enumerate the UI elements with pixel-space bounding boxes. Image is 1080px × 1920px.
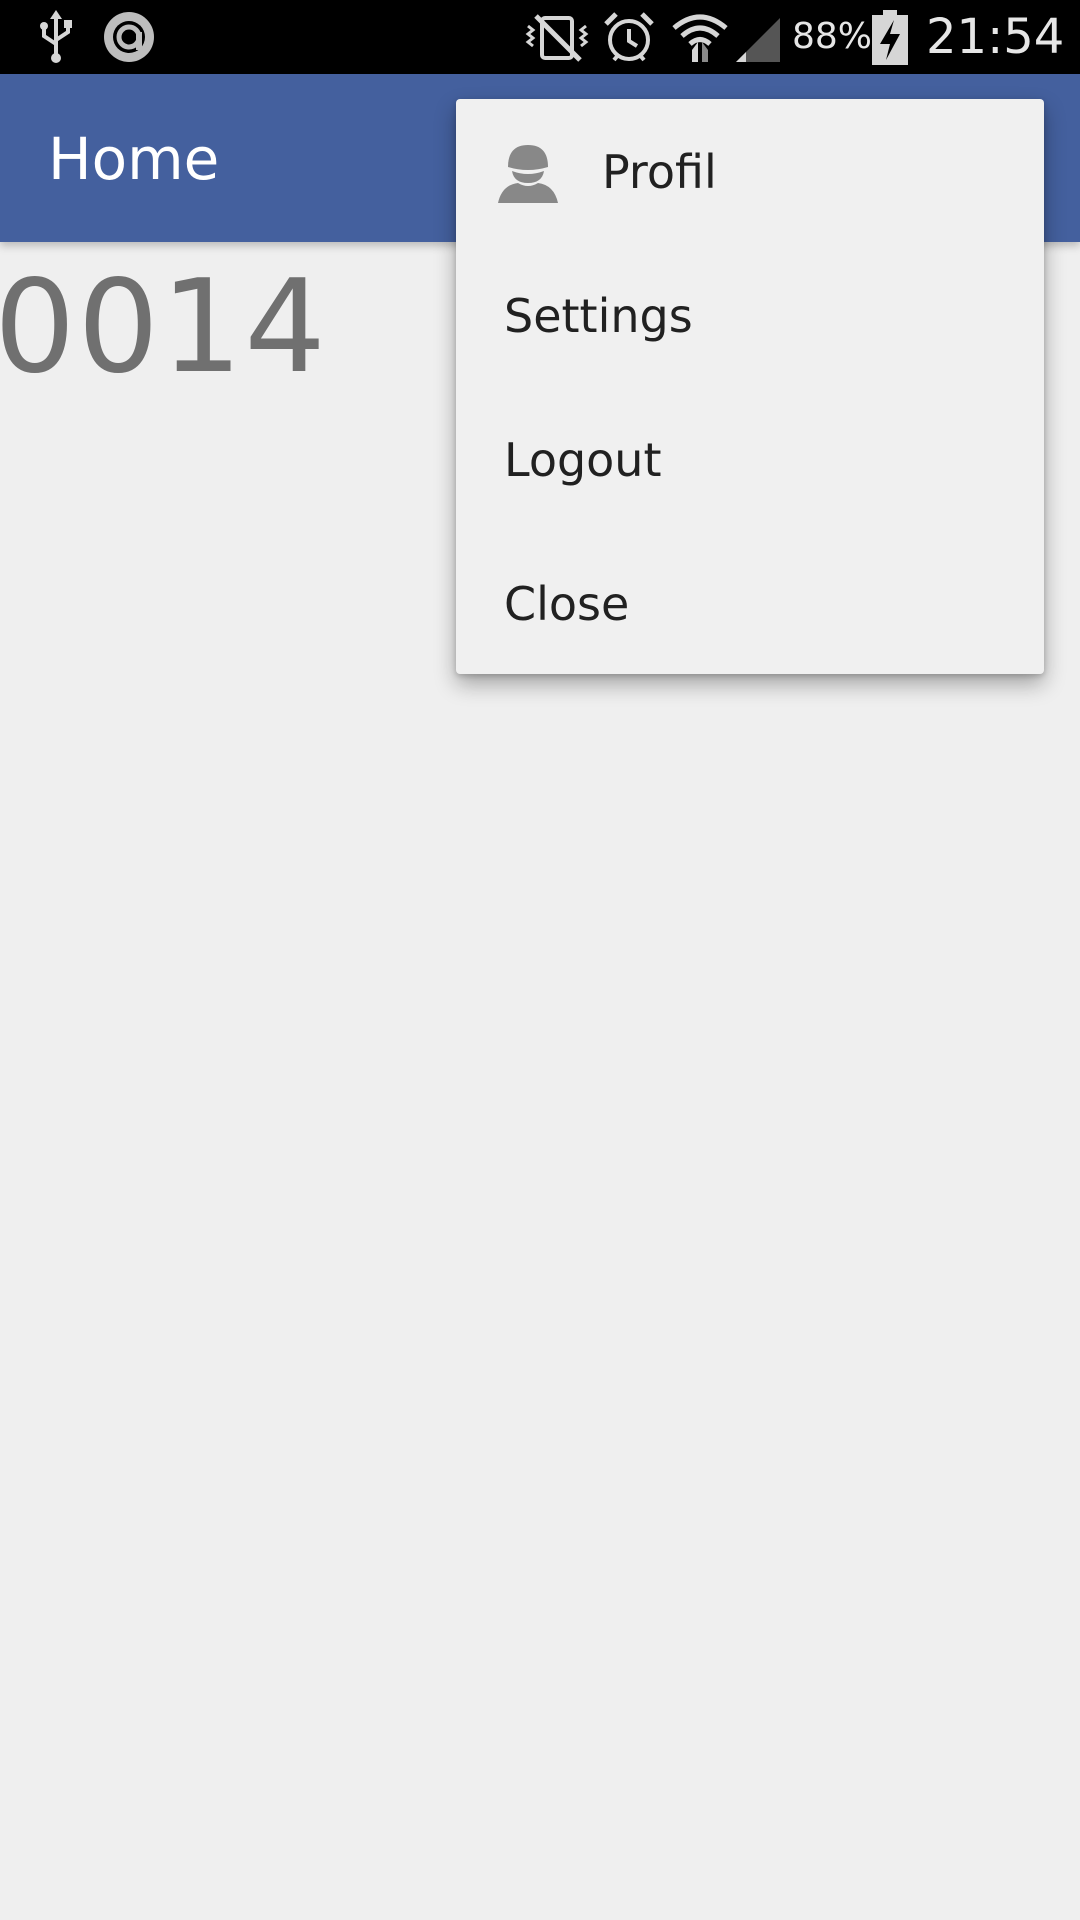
cell-signal-icon (734, 10, 784, 64)
menu-item-profil[interactable]: Profil (456, 99, 1044, 243)
menu-item-logout[interactable]: Logout (456, 387, 1044, 531)
person-icon (498, 141, 558, 203)
app-notification-icon (102, 10, 156, 64)
page-title: Home (48, 125, 220, 193)
menu-item-settings[interactable]: Settings (456, 243, 1044, 387)
alarm-icon (602, 10, 656, 64)
menu-item-label: Close (504, 577, 630, 631)
menu-item-label: Settings (504, 289, 693, 343)
menu-item-close[interactable]: Close (456, 531, 1044, 675)
usb-icon (36, 10, 76, 64)
overflow-menu: Profil Settings Logout Close (456, 99, 1044, 674)
menu-item-label: Profil (602, 145, 717, 199)
status-time: 21:54 (926, 9, 1065, 65)
battery-charging-icon (870, 10, 910, 65)
battery-percent: 88% (792, 16, 873, 57)
wifi-icon (670, 10, 730, 64)
counter-display: 0014 (0, 253, 328, 402)
vibrate-mute-icon (522, 10, 592, 64)
status-bar: 88% 21:54 (0, 0, 1080, 74)
menu-item-label: Logout (504, 433, 662, 487)
